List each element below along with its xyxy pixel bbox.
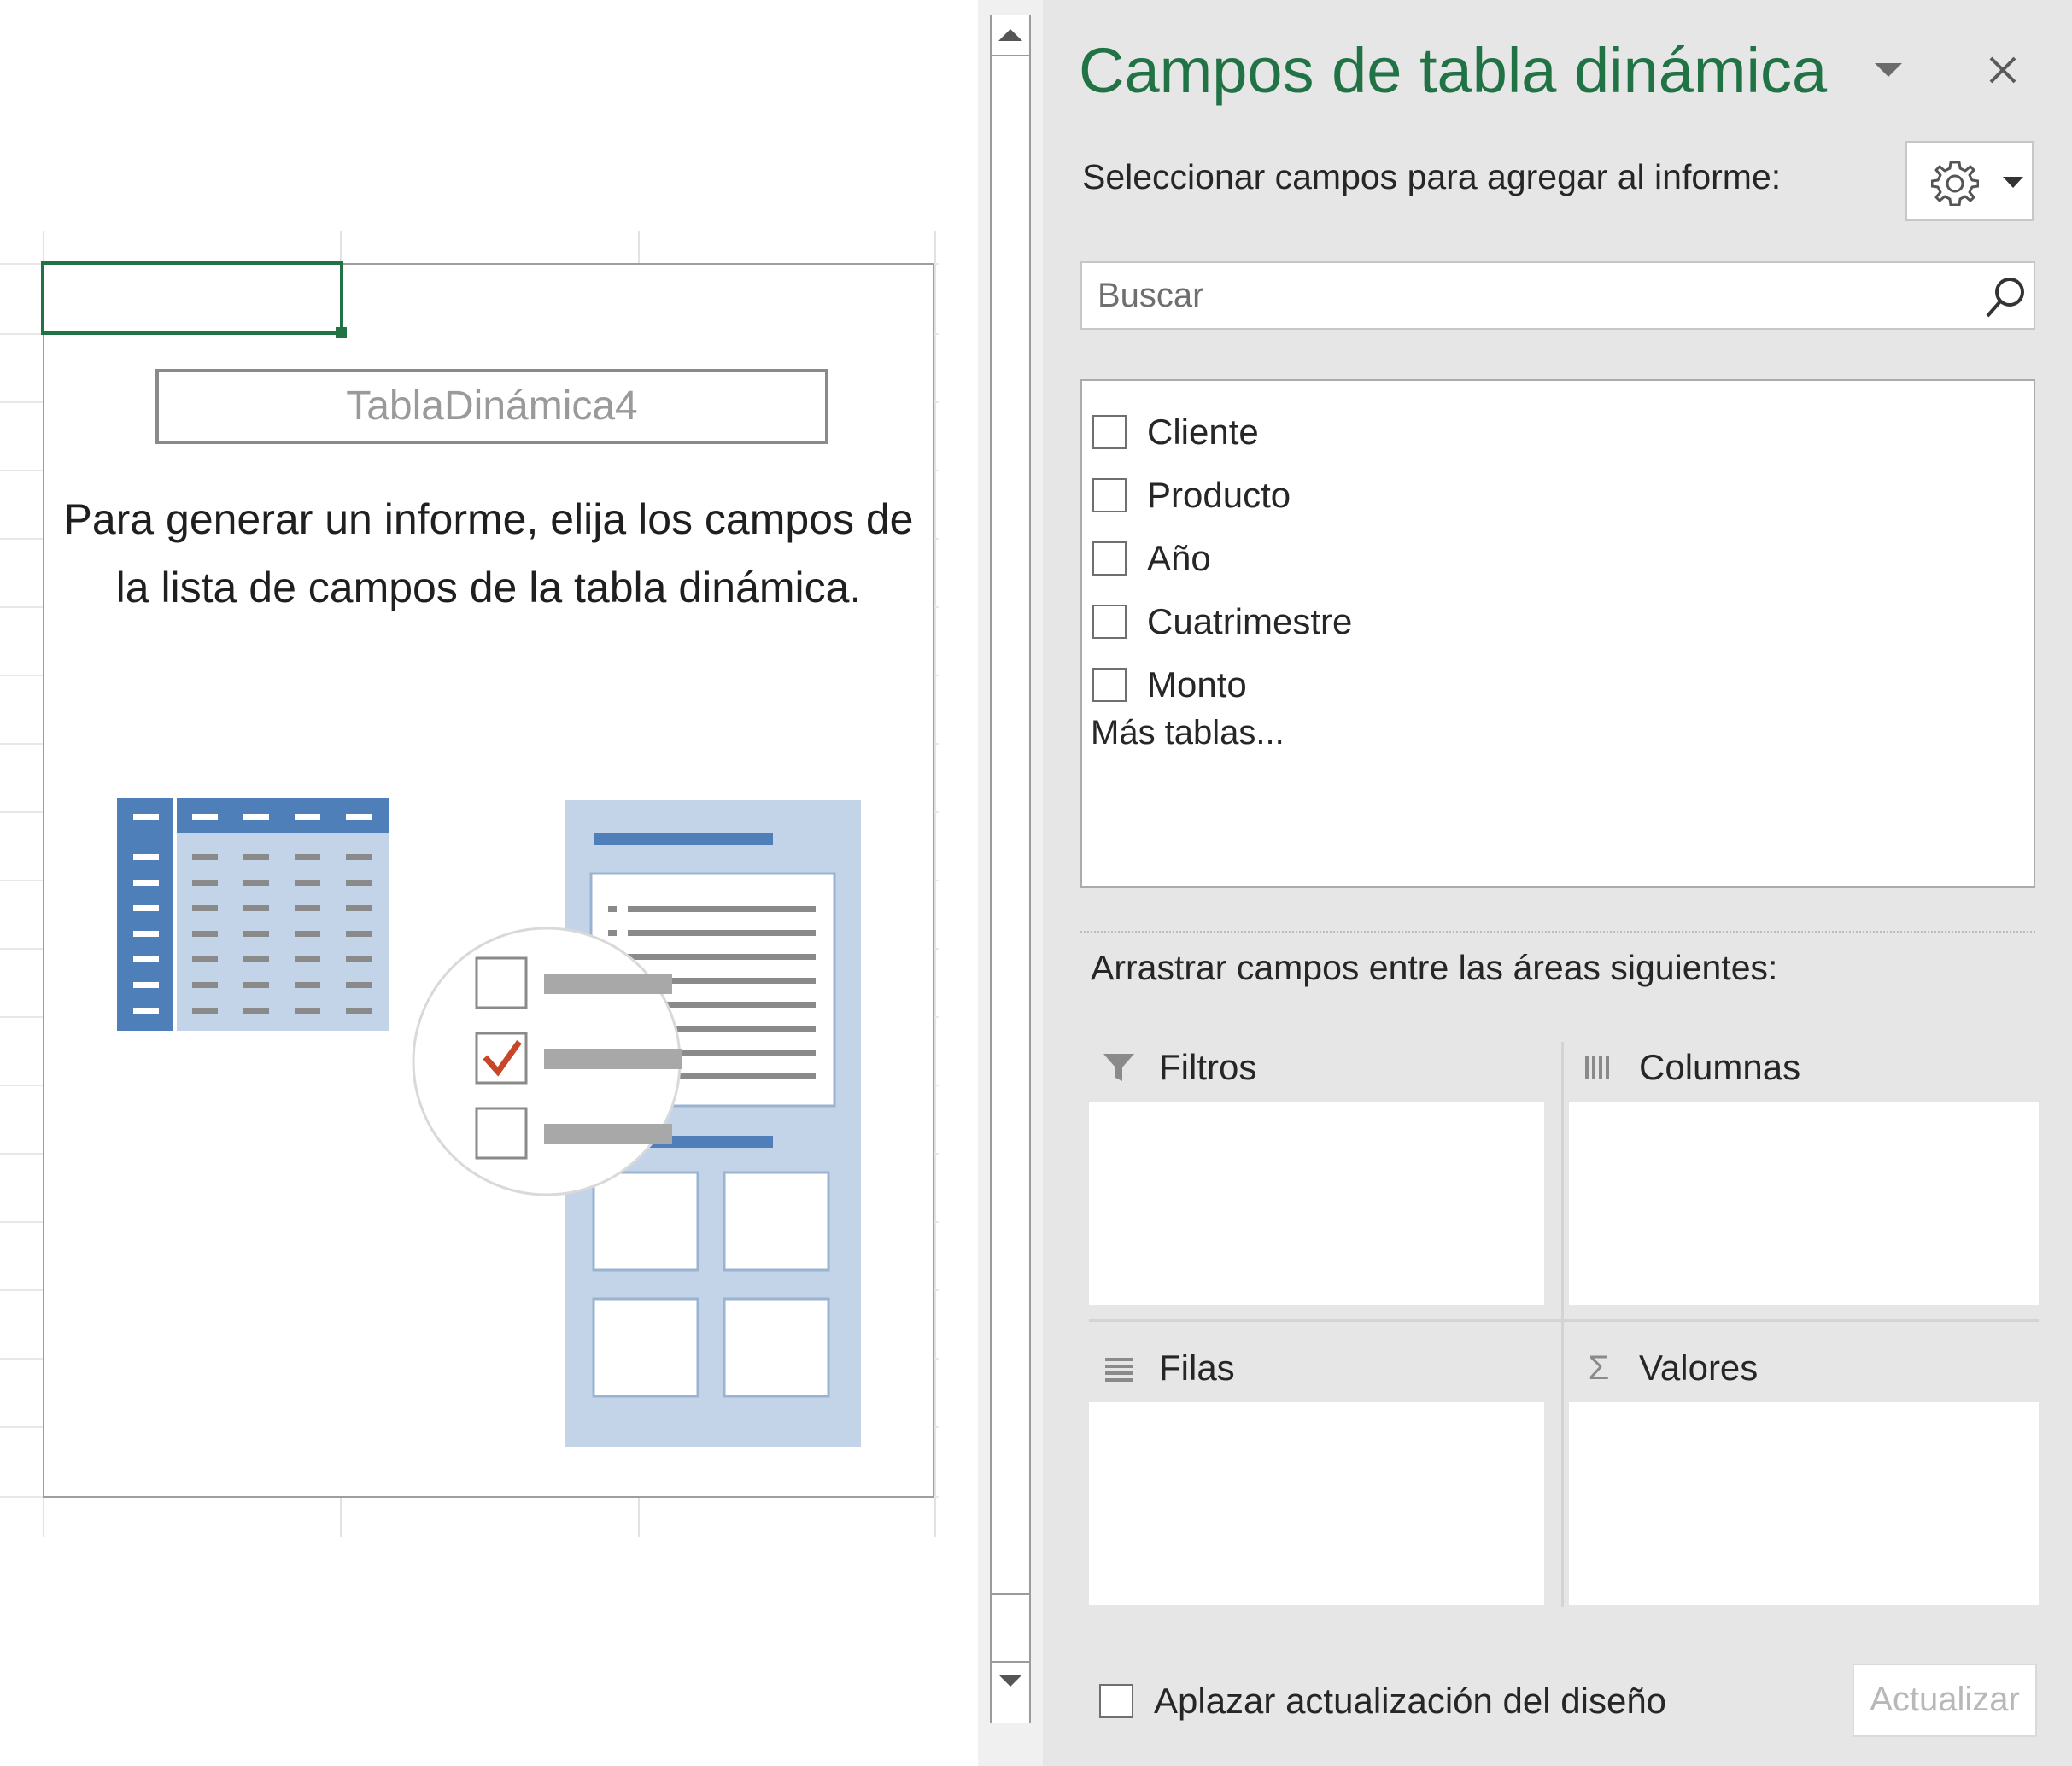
scroll-down-button[interactable] bbox=[992, 1661, 1029, 1700]
field-checkbox[interactable] bbox=[1092, 541, 1127, 576]
sigma-icon: Σ bbox=[1588, 1348, 1610, 1387]
filters-area-header: Filtros bbox=[1097, 1040, 1256, 1095]
rows-icon bbox=[1097, 1349, 1140, 1387]
field-checkbox[interactable] bbox=[1092, 415, 1127, 449]
field-checkbox[interactable] bbox=[1092, 478, 1127, 512]
values-label: Valores bbox=[1639, 1348, 1759, 1388]
pane-title: Campos de tabla dinámica bbox=[1079, 35, 1828, 106]
pivot-fields-pane: Campos de tabla dinámica Seleccionar cam… bbox=[1043, 0, 2072, 1766]
scroll-up-button[interactable] bbox=[992, 17, 1029, 56]
field-list: Cliente Producto Año Cuatrimestre Monto … bbox=[1080, 379, 2035, 888]
field-list-magnifier-graphic bbox=[412, 927, 682, 1196]
arrow-up-icon bbox=[998, 29, 1022, 41]
search-input[interactable] bbox=[1097, 263, 1952, 328]
columns-label: Columnas bbox=[1639, 1047, 1801, 1087]
more-tables-link[interactable]: Más tablas... bbox=[1091, 714, 1285, 752]
gridline bbox=[934, 231, 936, 1537]
pane-divider bbox=[1080, 931, 2035, 933]
tools-button[interactable] bbox=[1905, 141, 2034, 221]
defer-update-option[interactable]: Aplazar actualización del diseño bbox=[1099, 1675, 1666, 1727]
field-item-producto[interactable]: Producto bbox=[1092, 471, 1291, 519]
pane-options-dropdown[interactable] bbox=[1875, 63, 1902, 77]
field-label: Producto bbox=[1147, 475, 1291, 515]
filters-label: Filtros bbox=[1159, 1047, 1257, 1087]
fill-handle[interactable] bbox=[336, 327, 347, 338]
field-item-ano[interactable]: Año bbox=[1092, 535, 1211, 582]
field-item-monto[interactable]: Monto bbox=[1092, 661, 1247, 709]
search-box[interactable] bbox=[1080, 261, 2035, 330]
columns-drop-area[interactable] bbox=[1569, 1102, 2039, 1305]
close-icon[interactable] bbox=[1981, 48, 2025, 92]
field-label: Cliente bbox=[1147, 412, 1259, 452]
gear-icon bbox=[1931, 161, 1979, 206]
field-label: Año bbox=[1147, 538, 1211, 578]
field-label: Monto bbox=[1147, 664, 1247, 705]
field-label: Cuatrimestre bbox=[1147, 601, 1353, 641]
active-cell[interactable] bbox=[41, 261, 343, 335]
drag-areas-label: Arrastrar campos entre las áreas siguien… bbox=[1091, 948, 1778, 987]
columns-icon bbox=[1577, 1049, 1620, 1086]
values-drop-area[interactable] bbox=[1569, 1402, 2039, 1605]
field-checkbox[interactable] bbox=[1092, 605, 1127, 639]
defer-update-checkbox[interactable] bbox=[1099, 1684, 1133, 1718]
rows-area-header: Filas bbox=[1097, 1341, 1235, 1395]
columns-area-header: Columnas bbox=[1577, 1040, 1800, 1095]
values-area-header: Σ Valores bbox=[1577, 1341, 1759, 1395]
filters-drop-area[interactable] bbox=[1089, 1102, 1544, 1305]
source-table-graphic bbox=[117, 798, 389, 1031]
pivot-instructions: Para generar un informe, elija los campo… bbox=[63, 495, 914, 611]
defer-update-label: Aplazar actualización del diseño bbox=[1154, 1681, 1667, 1721]
filter-icon bbox=[1097, 1049, 1140, 1086]
scroll-thumb[interactable] bbox=[992, 56, 1029, 1595]
areas-vertical-separator bbox=[1561, 1042, 1564, 1607]
chevron-down-icon bbox=[2003, 177, 2023, 188]
field-item-cliente[interactable]: Cliente bbox=[1092, 408, 1259, 456]
vertical-scrollbar[interactable] bbox=[978, 0, 1043, 1766]
worksheet-area[interactable]: TablaDinámica4 Para generar un informe, … bbox=[0, 0, 978, 1766]
select-fields-label: Seleccionar campos para agregar al infor… bbox=[1082, 157, 1782, 196]
arrow-down-icon bbox=[998, 1675, 1022, 1687]
field-item-cuatrimestre[interactable]: Cuatrimestre bbox=[1092, 598, 1352, 646]
update-button[interactable]: Actualizar bbox=[1853, 1664, 2037, 1737]
pivot-illustration bbox=[117, 798, 861, 1447]
rows-label: Filas bbox=[1159, 1348, 1235, 1388]
areas-horizontal-separator bbox=[1089, 1319, 2039, 1322]
field-checkbox[interactable] bbox=[1092, 668, 1127, 702]
search-icon[interactable] bbox=[1981, 272, 2032, 323]
pivot-table-name: TablaDinámica4 bbox=[155, 369, 828, 444]
rows-drop-area[interactable] bbox=[1089, 1402, 1544, 1605]
